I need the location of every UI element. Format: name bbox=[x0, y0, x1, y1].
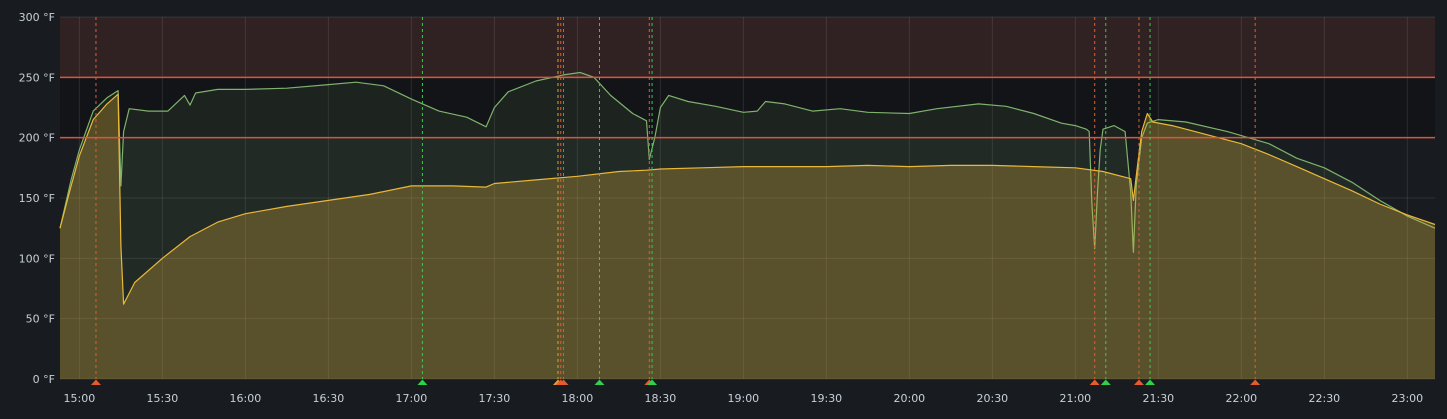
annotation-marker bbox=[594, 379, 605, 385]
annotation-marker bbox=[417, 379, 428, 385]
annotation-marker bbox=[1089, 379, 1100, 385]
y-tick-label: 300 °F bbox=[19, 11, 55, 24]
x-tick-label: 17:00 bbox=[396, 392, 428, 405]
x-tick-label: 21:30 bbox=[1142, 392, 1174, 405]
y-tick-label: 50 °F bbox=[26, 313, 55, 326]
threshold-band-high bbox=[60, 17, 1435, 78]
x-tick-label: 22:00 bbox=[1225, 392, 1257, 405]
time-series-chart: 0 °F50 °F100 °F150 °F200 °F250 °F300 °F … bbox=[19, 11, 1436, 405]
x-axis: 15:00 15:30 16:00 16:30 17:00 17:30 18:00 18:30… bbox=[64, 392, 1424, 405]
x-tick-label: 18:30 bbox=[645, 392, 677, 405]
y-tick-label: 100 °F bbox=[19, 252, 55, 265]
x-tick-label: 15:00 bbox=[64, 392, 96, 405]
y-tick-label: 200 °F bbox=[19, 132, 55, 145]
annotation-marker bbox=[1133, 379, 1144, 385]
x-tick-label: 16:00 bbox=[230, 392, 262, 405]
x-tick-label: 15:30 bbox=[147, 392, 179, 405]
x-tick-label: 20:30 bbox=[976, 392, 1008, 405]
x-tick-label: 17:30 bbox=[479, 392, 511, 405]
x-tick-label: 19:00 bbox=[727, 392, 759, 405]
x-tick-label: 18:00 bbox=[562, 392, 594, 405]
y-tick-label: 250 °F bbox=[19, 71, 55, 84]
y-tick-label: 150 °F bbox=[19, 192, 55, 205]
annotation-marker bbox=[1145, 379, 1156, 385]
annotation-marker bbox=[1100, 379, 1111, 385]
x-tick-label: 21:00 bbox=[1059, 392, 1091, 405]
x-tick-label: 20:00 bbox=[893, 392, 925, 405]
y-tick-label: 0 °F bbox=[33, 373, 55, 386]
x-tick-label: 23:00 bbox=[1391, 392, 1423, 405]
x-tick-label: 22:30 bbox=[1308, 392, 1340, 405]
x-tick-label: 19:30 bbox=[810, 392, 842, 405]
y-axis: 0 °F 50 °F 100 °F 150 °F 200 °F 250 °F 300 °F bbox=[19, 11, 55, 386]
annotation-marker bbox=[90, 379, 101, 385]
annotation-marker bbox=[1250, 379, 1261, 385]
x-tick-label: 16:30 bbox=[313, 392, 345, 405]
